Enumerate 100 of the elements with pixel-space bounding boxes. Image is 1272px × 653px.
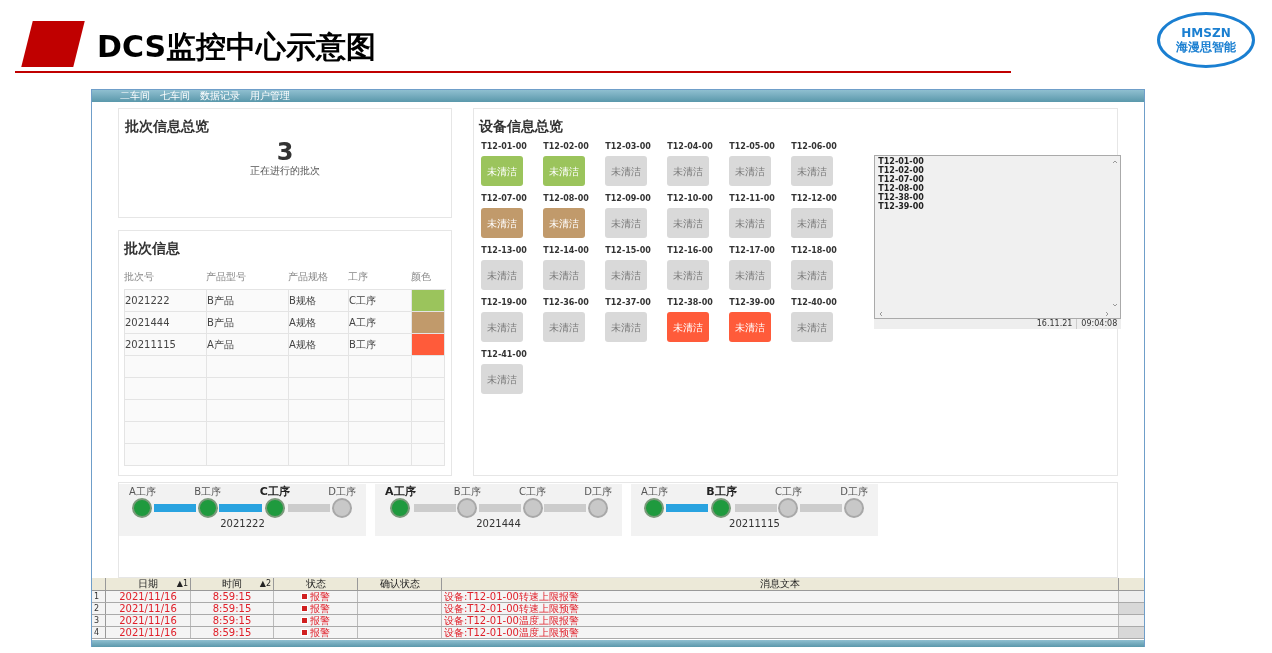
table-cell: 2021/11/16 (106, 615, 191, 626)
scroll-up-icon[interactable] (1112, 159, 1119, 165)
table-cell: A工序 (349, 312, 412, 334)
device-tile[interactable]: 未清洁 (729, 312, 772, 342)
device-id: T12-11-00 (729, 194, 775, 204)
device-tile[interactable]: 未清洁 (729, 260, 772, 290)
scroll-left-icon[interactable] (878, 311, 885, 317)
connector-bar (544, 504, 587, 512)
sort-indicator: ▲2 (259, 578, 271, 590)
status-date: 16.11.21 (1032, 319, 1078, 329)
connector-bar (478, 504, 521, 512)
log-line: T12-07-00 (878, 175, 924, 184)
device-id: T12-08-00 (543, 194, 589, 204)
batch-number: 20211115 (729, 518, 780, 530)
alarm-status: 报警 (310, 591, 330, 602)
menu-item[interactable]: 二车间 (120, 90, 150, 102)
device-tile[interactable]: 未清洁 (667, 260, 710, 290)
table-cell: A规格 (289, 312, 349, 334)
logo-name: 海漫思智能 (1176, 39, 1236, 55)
column-header[interactable]: 状态 (274, 578, 358, 590)
device-tile[interactable]: 未清洁 (481, 312, 524, 342)
row-number: 4 (92, 627, 106, 638)
device-tile[interactable]: 未清洁 (481, 156, 524, 186)
batch-number: 2021444 (476, 518, 521, 530)
table-cell: 20211115 (125, 334, 207, 356)
header-label: 消息文本 (760, 578, 800, 590)
device-id: T12-16-00 (667, 246, 713, 256)
device-id: T12-14-00 (543, 246, 589, 256)
column-header: 产品规格 (288, 271, 329, 284)
log-line: T12-08-00 (878, 184, 924, 193)
menu-item[interactable]: 用户管理 (250, 90, 290, 102)
device-tile[interactable]: 未清洁 (605, 208, 648, 238)
table-cell: 8:59:15 (191, 603, 274, 614)
table-cell: B工序 (349, 334, 412, 356)
column-header[interactable]: 消息文本 (442, 578, 1119, 590)
table-cell: 2021222 (125, 290, 207, 312)
device-tile[interactable]: 未清洁 (791, 156, 834, 186)
column-header[interactable]: 确认状态 (358, 578, 442, 590)
count-caption: 正在进行的批次 (250, 165, 321, 177)
table-cell: B产品 (207, 290, 289, 312)
device-tile[interactable]: 未清洁 (605, 312, 648, 342)
device-tile[interactable]: 未清洁 (543, 156, 586, 186)
alarm-status: 报警 (310, 615, 330, 626)
log-line: T12-02-00 (878, 166, 924, 175)
step-label: A工序 (129, 486, 156, 498)
device-id: T12-10-00 (667, 194, 713, 204)
status-time: 09:04:08 (1080, 319, 1119, 329)
device-tile[interactable]: 未清洁 (729, 156, 772, 186)
device-id: T12-40-00 (791, 298, 837, 308)
table-cell: 2021/11/16 (106, 591, 191, 602)
device-tile[interactable]: 未清洁 (481, 260, 524, 290)
device-tile[interactable]: 未清洁 (481, 208, 524, 238)
device-tile[interactable]: 未清洁 (543, 260, 586, 290)
table-cell: 2021/11/16 (106, 627, 191, 638)
scroll-right-icon[interactable] (1104, 311, 1111, 317)
step-label: D工序 (328, 486, 356, 498)
device-tile[interactable]: 未清洁 (605, 260, 648, 290)
table-cell: 8:59:15 (191, 615, 274, 626)
device-tile[interactable]: 未清洁 (791, 208, 834, 238)
header-label: 确认状态 (379, 578, 420, 590)
device-tile[interactable]: 未清洁 (543, 208, 586, 238)
connector-bar (287, 504, 331, 512)
device-tile[interactable]: 未清洁 (729, 208, 772, 238)
step-label: B工序 (194, 486, 222, 498)
row-number: 1 (92, 591, 106, 602)
device-id: T12-12-00 (791, 194, 837, 204)
device-tile[interactable]: 未清洁 (481, 364, 524, 394)
table-cell: B规格 (289, 290, 349, 312)
device-id: T12-03-00 (605, 142, 651, 152)
log-line: T12-01-00 (878, 157, 924, 166)
connector-bar (799, 504, 843, 512)
column-header[interactable]: 日期 ▲1 (106, 578, 191, 590)
device-tile[interactable]: 未清洁 (791, 312, 834, 342)
device-id: T12-07-00 (481, 194, 527, 204)
menu-item[interactable]: 数据记录 (200, 90, 240, 102)
device-tile[interactable]: 未清洁 (543, 312, 586, 342)
step-label: D工序 (840, 486, 868, 498)
device-id: T12-01-00 (481, 142, 527, 152)
device-id: T12-05-00 (729, 142, 775, 152)
column-header: 颜色 (411, 271, 432, 284)
device-tile[interactable]: 未清洁 (791, 260, 834, 290)
column-header: 工序 (348, 271, 369, 284)
scroll-down-icon[interactable] (1112, 302, 1119, 308)
step-label: C工序 (259, 486, 290, 498)
device-tile[interactable]: 未清洁 (667, 156, 710, 186)
device-tile[interactable]: 未清洁 (667, 208, 710, 238)
device-id: T12-36-00 (543, 298, 589, 308)
device-id: T12-06-00 (791, 142, 837, 152)
menu-item[interactable]: 七车间 (160, 90, 190, 102)
device-tile[interactable]: 未清洁 (605, 156, 648, 186)
header-label: 状态 (305, 578, 326, 590)
device-id: T12-38-00 (667, 298, 713, 308)
device-tile[interactable]: 未清洁 (667, 312, 710, 342)
card-title: 批次信息总览 (125, 117, 210, 135)
card-title: 批次信息 (124, 239, 181, 257)
table-cell: 8:59:15 (191, 627, 274, 638)
table-cell: B产品 (207, 312, 289, 334)
device-id: T12-04-00 (667, 142, 713, 152)
header-label: 时间 (222, 578, 242, 590)
column-header[interactable]: 时间 ▲2 (191, 578, 274, 590)
